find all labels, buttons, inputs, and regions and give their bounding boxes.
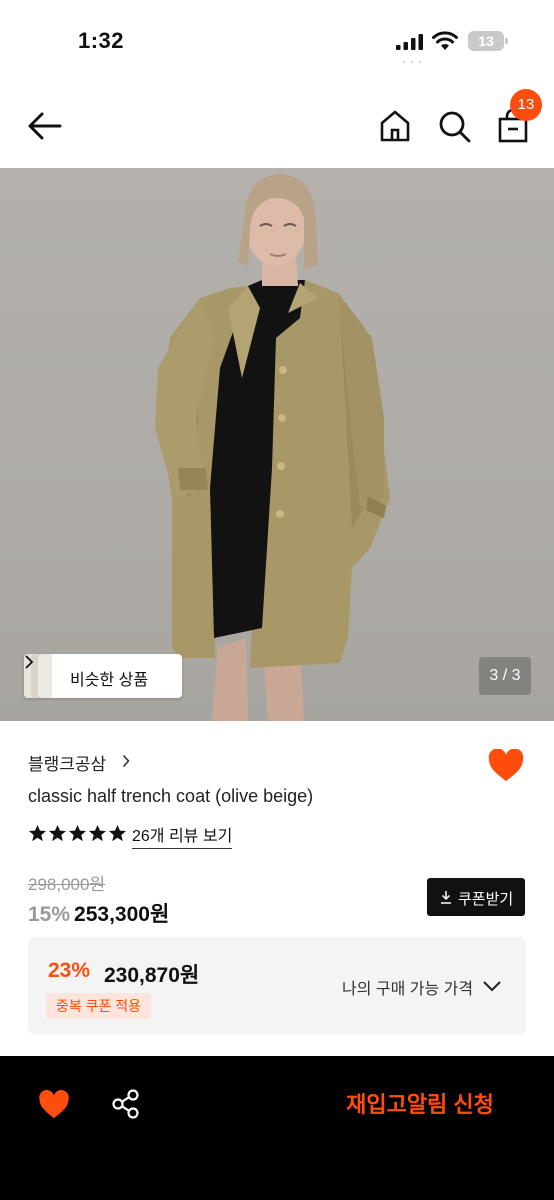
product-name: classic half trench coat (olive beige)	[28, 786, 314, 806]
similar-products-button[interactable]: 비슷한 상품	[24, 654, 182, 698]
image-page-indicator: 3 / 3	[479, 657, 531, 695]
similar-products-label: 비슷한 상품	[70, 672, 149, 689]
star-icon	[88, 824, 107, 842]
get-coupon-button[interactable]: 쿠폰받기	[427, 878, 525, 916]
status-time: 1:32	[78, 28, 125, 53]
star-icon	[48, 824, 67, 842]
bottom-action-bar: 재입고알림 신청	[0, 1056, 554, 1200]
brand-name: 블랭크공삼	[28, 755, 107, 774]
wifi-icon	[432, 31, 458, 50]
product-photo	[155, 174, 390, 721]
battery-indicator: 13	[468, 31, 508, 51]
star-icon	[108, 824, 127, 842]
restock-alert-button[interactable]: 재입고알림 신청	[320, 1086, 520, 1124]
star-icon	[28, 824, 47, 842]
brand-link[interactable]: 블랭크공삼	[28, 750, 130, 774]
chevron-down-icon[interactable]	[482, 979, 502, 993]
benefit-rate: 23%	[48, 959, 91, 982]
discount-rate: 15%	[28, 903, 71, 926]
chevron-right-icon	[25, 655, 34, 669]
home-icon[interactable]	[378, 108, 412, 144]
sale-price: 253,300원	[74, 903, 170, 926]
back-arrow-icon[interactable]	[26, 110, 64, 142]
battery-level: 13	[468, 31, 504, 51]
my-price-toggle[interactable]: 나의 구매 가능 가격	[342, 975, 473, 999]
download-icon	[441, 891, 451, 904]
top-navigation	[0, 88, 554, 166]
price-row: 15% 253,300원	[28, 898, 169, 926]
cart-count-badge: 13	[510, 89, 542, 121]
original-price: 298,000원	[28, 875, 106, 894]
camera-dots	[402, 60, 422, 64]
status-bar: 1:32 13	[0, 0, 554, 80]
benefit-price: 230,870원	[104, 964, 200, 987]
cellular-signal-icon	[396, 34, 423, 50]
best-price-panel[interactable]: 23% 230,870원 중복 쿠폰 적용 나의 구매 가능 가격	[28, 937, 526, 1035]
share-icon[interactable]	[110, 1088, 142, 1120]
star-icon	[68, 824, 87, 842]
get-coupon-label: 쿠폰받기	[458, 891, 514, 908]
rating-stars	[28, 824, 128, 844]
heart-icon[interactable]	[487, 749, 525, 783]
heart-icon[interactable]	[38, 1090, 70, 1120]
coupon-stack-badge: 중복 쿠폰 적용	[46, 993, 152, 1019]
review-link[interactable]: 26개 리뷰 보기	[132, 822, 233, 849]
product-image-gallery[interactable]: 비슷한 상품 3 / 3	[0, 168, 554, 721]
battery-tip	[505, 38, 508, 44]
chevron-right-icon	[122, 754, 130, 768]
search-icon[interactable]	[436, 108, 472, 144]
